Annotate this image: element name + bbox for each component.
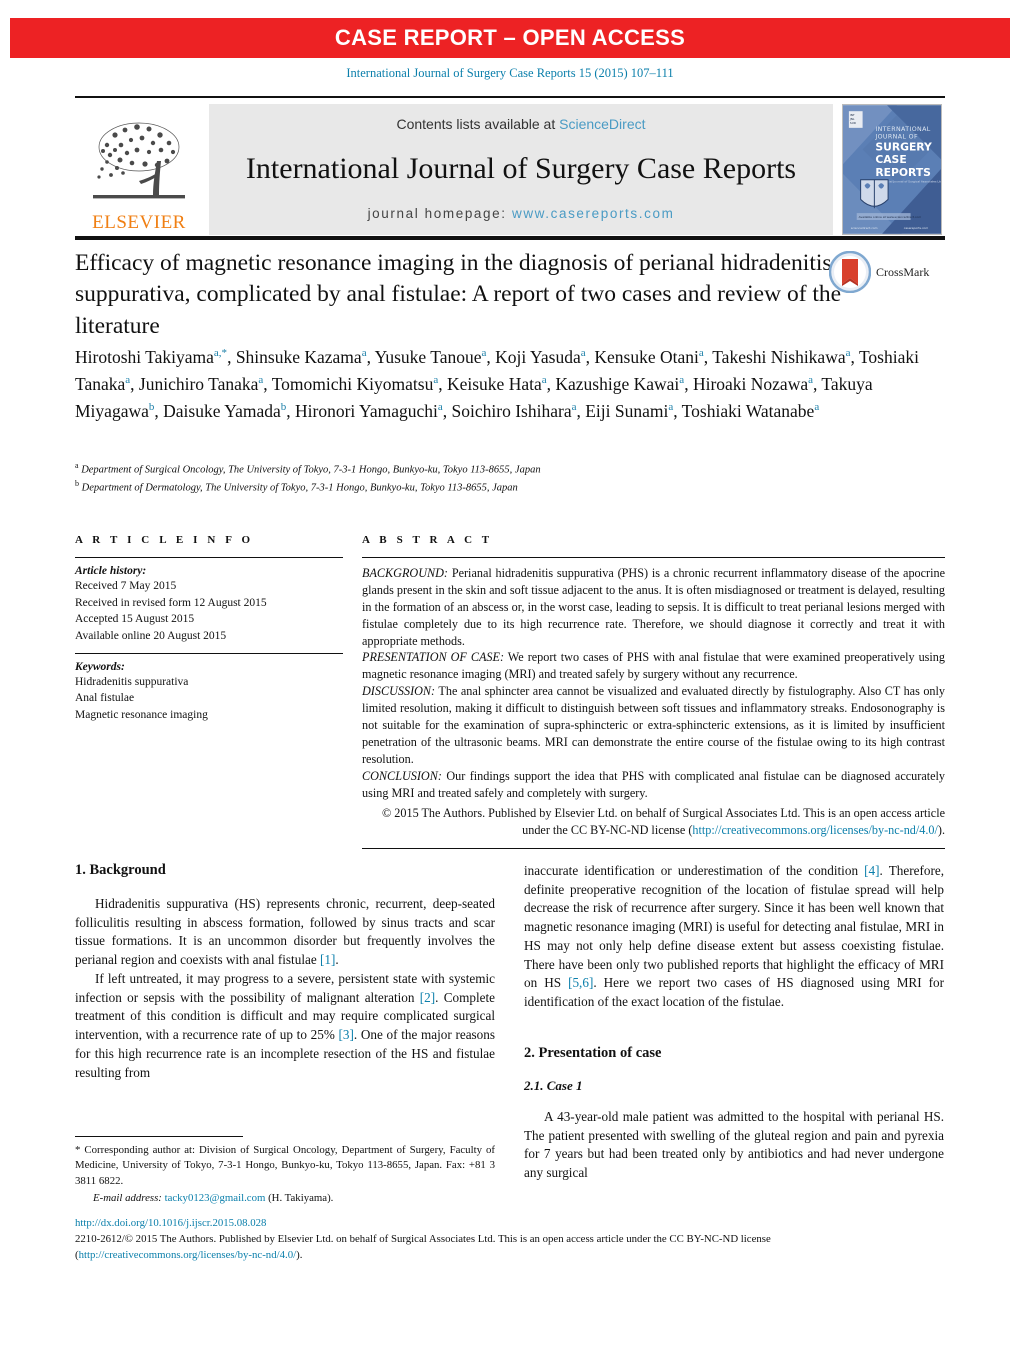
abstract-conclusion-text: Our findings support the idea that PHS w… xyxy=(362,768,945,800)
email-link[interactable]: tacky0123@gmail.com xyxy=(165,1192,266,1204)
crossmark-icon xyxy=(829,251,871,293)
body-column-left: 1. Background Hidradenitis suppurativa (… xyxy=(75,862,495,1082)
paragraph-background-3: inaccurate identification or underestima… xyxy=(524,862,944,1012)
paragraph-background-2: If left untreated, it may progress to a … xyxy=(75,970,495,1082)
copyright-tail: ). xyxy=(937,823,945,838)
paragraph-case1: A 43-year-old male patient was admitted … xyxy=(524,1108,944,1181)
footnote-block: * Corresponding author at: Division of S… xyxy=(75,1143,495,1206)
svg-text:Available online at www.scienc: Available online at www.sciencedirect.co… xyxy=(859,215,922,219)
corresponding-author-text: Corresponding author at: Division of Sur… xyxy=(75,1144,495,1187)
abstract-rule-bottom xyxy=(362,848,945,850)
masthead-center-panel: Contents lists available at ScienceDirec… xyxy=(209,104,833,235)
legal-paren-close: ). xyxy=(296,1248,303,1261)
abstract-background-text: Perianal hidradenitis suppurativa (PHS) … xyxy=(362,566,945,648)
abstract-section: A B S T R A C T BACKGROUND: Perianal hid… xyxy=(362,534,945,850)
contents-prefix: Contents lists available at xyxy=(396,116,560,132)
p3-text-a: inaccurate identification or underestima… xyxy=(524,863,865,878)
subsection-heading-case1: 2.1. Case 1 xyxy=(524,1077,583,1093)
abstract-conclusion-tag: CONCLUSION: xyxy=(362,768,442,783)
banner-text: CASE REPORT – OPEN ACCESS xyxy=(334,25,686,50)
citation-ref-4[interactable]: [4] xyxy=(864,863,879,878)
email-owner: (H. Takiyama). xyxy=(265,1191,334,1204)
cc-license-link[interactable]: http://creativecommons.org/licenses/by-n… xyxy=(692,823,938,837)
citation-ref-2[interactable]: [2] xyxy=(420,990,435,1005)
crossmark-label: CrossMark xyxy=(876,264,930,279)
footnote-divider xyxy=(75,1136,243,1137)
doi-link[interactable]: http://dx.doi.org/10.1016/j.ijscr.2015.0… xyxy=(75,1216,955,1231)
abstract-presentation: PRESENTATION OF CASE: We report two case… xyxy=(362,649,945,683)
abstract-discussion-text: The anal sphincter area cannot be visual… xyxy=(362,684,945,766)
affiliation-list: a Department of Surgical Oncology, The U… xyxy=(75,461,541,494)
abstract-body: BACKGROUND: Perianal hidradenitis suppur… xyxy=(362,565,945,839)
section-heading-presentation: 2. Presentation of case xyxy=(524,1044,662,1061)
email-label: E-mail address: xyxy=(93,1191,162,1204)
abstract-discussion: DISCUSSION: The anal sphincter area cann… xyxy=(362,683,945,767)
legal-cc-link[interactable]: http://creativecommons.org/licenses/by-n… xyxy=(79,1249,297,1261)
abstract-background-tag: BACKGROUND: xyxy=(362,566,448,580)
keyword-item-3: Magnetic resonance imaging xyxy=(75,709,208,722)
article-history-label: Article history: xyxy=(75,565,147,577)
history-received: Received 7 May 2015 xyxy=(75,580,177,592)
abstract-heading: A B S T R A C T xyxy=(362,534,493,546)
legal-line-1: 2210-2612/© 2015 The Authors. Published … xyxy=(75,1233,771,1246)
keywords-label: Keywords: xyxy=(75,660,125,673)
journal-homepage-line: journal homepage: www.casereports.com xyxy=(368,206,675,221)
keyword-item-1: Hidradenitis suppurativa xyxy=(75,675,189,688)
crossmark-badge[interactable]: CrossMark xyxy=(829,248,947,296)
article-info-section: A R T I C L E I N F O Article history: R… xyxy=(75,534,343,724)
contents-lists-line: Contents lists available at ScienceDirec… xyxy=(396,116,645,132)
svg-text:REPORTS: REPORTS xyxy=(875,166,931,179)
p1-text-a: Hidradenitis suppurativa (HS) represents… xyxy=(75,896,495,968)
elsevier-tree-icon xyxy=(93,122,185,199)
article-info-heading: A R T I C L E I N F O xyxy=(75,534,254,546)
sciencedirect-link[interactable]: ScienceDirect xyxy=(559,116,645,132)
legal-block: http://dx.doi.org/10.1016/j.ijscr.2015.0… xyxy=(75,1216,955,1263)
author-list: Hirotoshi Takiyamaa,*, Shinsuke Kazamaa,… xyxy=(75,347,919,421)
history-online: Available online 20 August 2015 xyxy=(75,630,227,643)
p3-text-b: . Therefore, definite preoperative recog… xyxy=(524,863,944,991)
journal-cover: INT JNL SUR INTERNATIONAL JOURNAL OF SURGE… xyxy=(839,104,945,235)
abstract-conclusion: CONCLUSION: Our findings support the ide… xyxy=(362,768,945,802)
citation-ref-5-6[interactable]: [5,6] xyxy=(568,975,593,990)
abstract-rule-top xyxy=(362,557,945,558)
abstract-discussion-tag: DISCUSSION: xyxy=(362,684,436,699)
abstract-presentation-tag: PRESENTATION OF CASE: xyxy=(362,650,505,665)
title-divider xyxy=(75,236,945,240)
journal-citation-line: International Journal of Surgery Case Re… xyxy=(346,66,674,80)
email-line: E-mail address: tacky0123@gmail.com (H. … xyxy=(75,1191,495,1206)
citation-ref-3[interactable]: [3] xyxy=(339,1027,354,1042)
keyword-item-2: Anal fistulae xyxy=(75,692,135,705)
journal-cover-image: INTJNLSUR INTERNATIONAL JOURNAL OF SURGE… xyxy=(842,104,942,235)
svg-text:CASE: CASE xyxy=(875,153,906,166)
homepage-label: journal homepage: xyxy=(367,206,512,221)
body-column-right: inaccurate identification or underestima… xyxy=(524,862,944,1183)
elsevier-wordmark: ELSEVIER xyxy=(92,212,186,234)
history-revised: Received in revised form 12 August 2015 xyxy=(75,596,267,609)
page-title: Efficacy of magnetic resonance imaging i… xyxy=(75,250,842,339)
article-info-rule-top xyxy=(75,557,343,558)
abstract-background: BACKGROUND: Perianal hidradenitis suppur… xyxy=(362,565,945,649)
homepage-url-link[interactable]: www.casereports.com xyxy=(512,206,674,221)
abstract-copyright: © 2015 The Authors. Published by Elsevie… xyxy=(362,805,945,839)
svg-text:sciencedirect.com: sciencedirect.com xyxy=(851,226,878,230)
article-info-rule-mid xyxy=(75,652,343,654)
elsevier-logo: ELSEVIER xyxy=(75,104,203,235)
svg-text:INTERNATIONAL: INTERNATIONAL xyxy=(875,126,930,133)
svg-text:SURGERY: SURGERY xyxy=(875,140,932,153)
title-area: Efficacy of magnetic resonance imaging i… xyxy=(75,248,945,342)
paragraph-background-1: Hidradenitis suppurativa (HS) represents… xyxy=(75,895,495,970)
citation-ref-1[interactable]: [1] xyxy=(320,952,335,967)
svg-text:Official Journal of Surgical A: Official Journal of Surgical Associates … xyxy=(882,180,942,184)
journal-masthead: ELSEVIER Contents lists available at Sci… xyxy=(75,96,945,235)
section-heading-background: 1. Background xyxy=(75,862,166,878)
open-access-banner: CASE REPORT – OPEN ACCESS xyxy=(10,18,1010,58)
svg-text:SUR: SUR xyxy=(850,121,856,125)
svg-text:casereports.com: casereports.com xyxy=(904,226,929,230)
p1-text-b: . xyxy=(335,952,339,968)
journal-title: International Journal of Surgery Case Re… xyxy=(245,152,797,185)
history-accepted: Accepted 15 August 2015 xyxy=(75,613,195,626)
